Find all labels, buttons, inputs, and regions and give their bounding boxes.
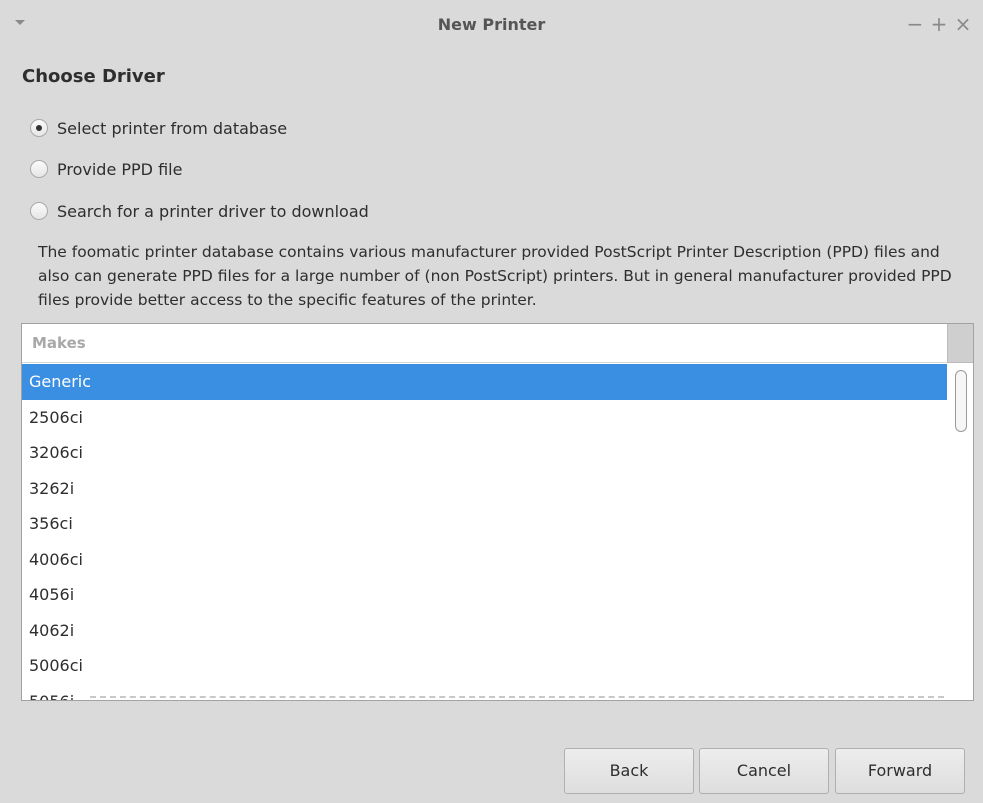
makes-list-rows: Generic 2506ci 3206ci 3262i 356ci 4006ci… — [22, 364, 947, 700]
list-item[interactable]: 3262i — [22, 471, 947, 507]
list-item[interactable]: 4062i — [22, 613, 947, 649]
search-focus-indicator — [90, 696, 944, 698]
database-description: The foomatic printer database contains v… — [38, 243, 952, 309]
title-bar: New Printer − + × — [0, 0, 983, 52]
list-item[interactable]: 4006ci — [22, 542, 947, 578]
cancel-button[interactable]: Cancel — [699, 748, 829, 794]
list-item[interactable]: 4056i — [22, 577, 947, 613]
close-icon[interactable]: × — [951, 12, 975, 36]
forward-button[interactable]: Forward — [835, 748, 965, 794]
makes-column-header[interactable]: Makes — [22, 324, 947, 363]
back-button[interactable]: Back — [564, 748, 694, 794]
list-item-selected[interactable]: Generic — [22, 364, 947, 400]
radio-label: Search for a printer driver to download — [57, 201, 369, 221]
scrollbar-thumb[interactable] — [955, 370, 967, 432]
radio-select-from-database[interactable]: Select printer from database — [30, 116, 287, 140]
radio-button-icon[interactable] — [30, 202, 48, 220]
scrollbar[interactable] — [947, 364, 973, 700]
maximize-icon[interactable]: + — [927, 12, 951, 36]
window-controls: − + × — [903, 12, 975, 36]
window-title: New Printer — [437, 15, 546, 34]
page-title: Choose Driver — [22, 66, 165, 87]
header-corner — [947, 324, 973, 363]
list-item[interactable]: 356ci — [22, 506, 947, 542]
radio-label: Provide PPD file — [57, 159, 183, 179]
radio-provide-ppd-file[interactable]: Provide PPD file — [30, 157, 182, 181]
list-item[interactable]: 5006ci — [22, 648, 947, 684]
radio-search-driver-download[interactable]: Search for a printer driver to download — [30, 199, 369, 223]
list-item[interactable]: 3206ci — [22, 435, 947, 471]
minimize-icon[interactable]: − — [903, 12, 927, 36]
radio-button-checked-icon[interactable] — [30, 119, 48, 137]
makes-list[interactable]: Makes Generic 2506ci 3206ci 3262i 356ci … — [21, 323, 974, 701]
radio-label: Select printer from database — [57, 118, 288, 138]
radio-button-icon[interactable] — [30, 160, 48, 178]
list-item[interactable]: 2506ci — [22, 400, 947, 436]
